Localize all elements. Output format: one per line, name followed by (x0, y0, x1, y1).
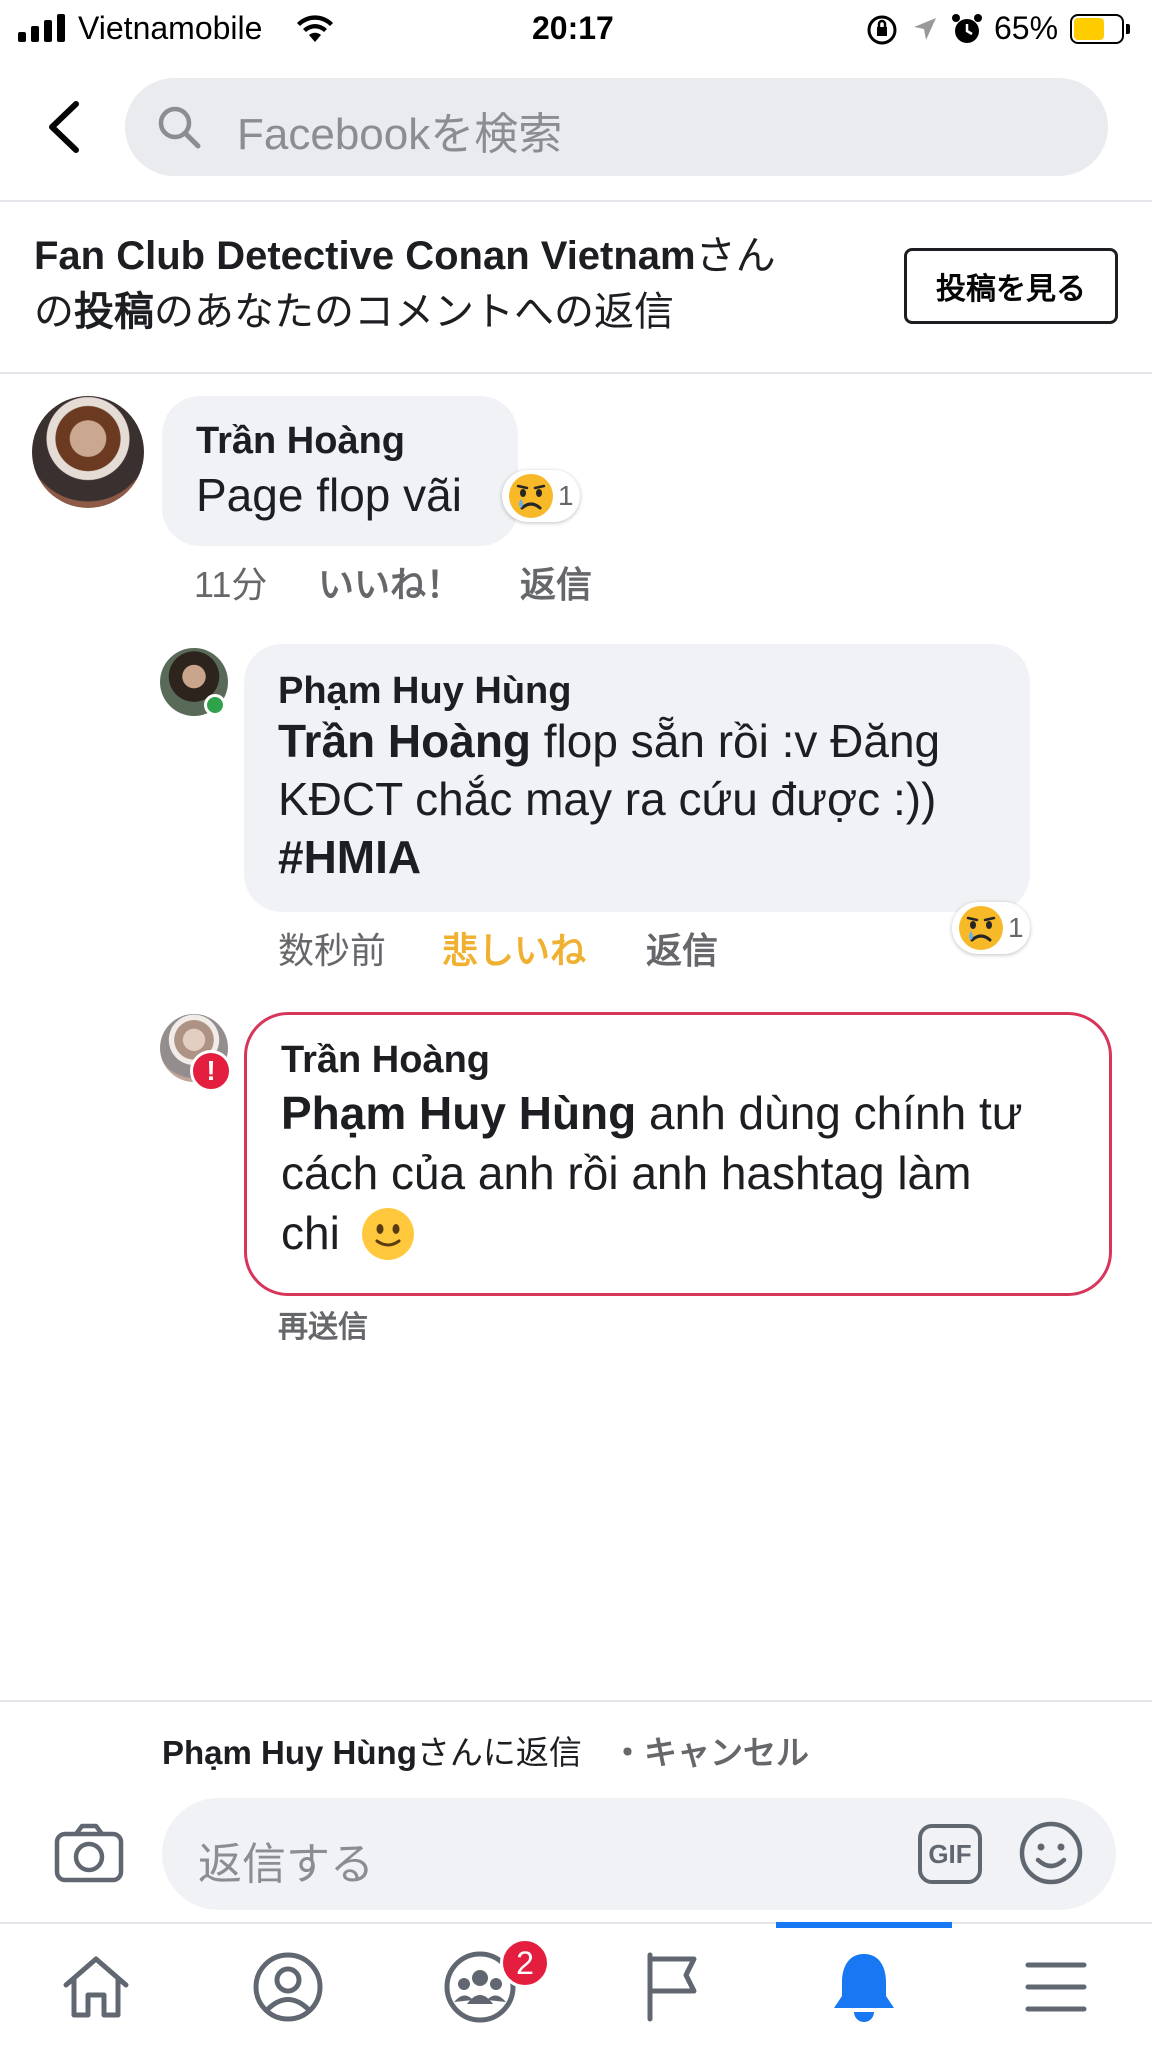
context-divider (0, 372, 1152, 374)
tab-pages[interactable] (576, 1924, 768, 2050)
slightly-smiling-face-icon (361, 1208, 414, 1260)
status-bar: Vietnamobile 20:17 65% (0, 0, 1152, 60)
reaction-count: 1 (558, 480, 574, 511)
san-suffix: さん (695, 234, 776, 278)
tab-notifications[interactable] (768, 1924, 960, 2050)
location-arrow-icon (914, 18, 936, 40)
carrier-name: Vietnamobile (78, 10, 263, 46)
alarm-icon (952, 14, 982, 43)
mention[interactable]: Trần Hoàng (278, 715, 531, 767)
page-name[interactable]: Fan Club Detective Conan Vietnam (34, 234, 696, 278)
tab-menu[interactable] (960, 1924, 1152, 2050)
mention[interactable]: Phạm Huy Hùng (281, 1087, 636, 1139)
search-placeholder: Facebookを検索 (237, 110, 563, 159)
battery-icon (1070, 14, 1130, 44)
reaction-summary[interactable]: 1 (952, 902, 1030, 954)
battery-percent: 65% (994, 10, 1059, 46)
back-arrow-icon[interactable] (44, 100, 84, 154)
comment-text-line: cách của anh rồi anh hashtag làm (281, 1147, 972, 1199)
comment-text-line: flop sẵn rồi :v Đăng (531, 715, 941, 767)
reply-button[interactable]: 返信 (646, 922, 718, 974)
reaction-summary[interactable]: 1 (502, 470, 580, 522)
view-post-button[interactable]: 投稿を見る (904, 248, 1118, 324)
comment-time: 数秒前 (278, 930, 387, 971)
camera-icon[interactable] (54, 1822, 124, 1884)
wifi-icon (297, 15, 333, 42)
replying-to-banner: Phạm Huy Hùngさんに返信 ・キャンセル (162, 1726, 809, 1774)
comment-author[interactable]: Trần Hoàng (196, 420, 405, 463)
composer-divider (0, 1700, 1152, 1702)
reply-placeholder: 返信する (198, 1840, 374, 1889)
comment-text: Trần Hoàng flop sẵn rồi :v Đăng KĐCT chắ… (278, 712, 1018, 886)
comment-text-line: chi (281, 1207, 340, 1259)
sad-reaction-icon (509, 474, 553, 518)
gif-button[interactable]: GIF (918, 1824, 982, 1884)
active-tab-indicator (776, 1922, 952, 1928)
menu-icon (1025, 1962, 1087, 2012)
error-icon: ! (190, 1050, 232, 1092)
comment-text-line: KĐCT chắc may ra cứu được :)) (278, 773, 937, 825)
bottom-tab-bar (0, 1922, 1152, 2050)
bell-icon (834, 1954, 894, 2022)
sad-reaction-button[interactable]: 悲しいね (442, 922, 586, 974)
hashtag[interactable]: #HMIA (278, 831, 421, 883)
post-word: 投稿 (74, 290, 154, 334)
replying-to-name: Phạm Huy Hùng (162, 1734, 417, 1771)
comment-text: Page flop vãi (196, 469, 462, 521)
comment-bubble[interactable]: Trần Hoàng Page flop vãi (162, 396, 518, 546)
avatar[interactable] (32, 396, 144, 508)
comment-author[interactable]: Trần Hoàng (281, 1039, 490, 1082)
signal-icon (18, 14, 66, 42)
online-indicator (204, 694, 226, 716)
notification-context: Fan Club Detective Conan Vietnamさん の投稿のあ… (34, 228, 874, 340)
cancel-reply-button[interactable]: ・キャンセル (611, 1734, 809, 1771)
comment-author[interactable]: Phạm Huy Hùng (278, 670, 571, 713)
comment-text: Phạm Huy Hùng anh dùng chính tư cách của… (281, 1083, 1101, 1263)
flag-icon (647, 1952, 697, 2022)
comment-text-line: anh dùng chính tư (636, 1087, 1023, 1139)
no-particle: の (34, 290, 74, 334)
orientation-lock-icon (867, 15, 897, 45)
reply-button[interactable]: 返信 (520, 556, 592, 608)
context-rest: のあなたのコメントへの返信 (154, 290, 674, 334)
search-icon (158, 106, 201, 149)
search-bar[interactable]: Facebookを検索 (125, 78, 1108, 176)
replying-suffix: さんに返信 (416, 1734, 582, 1771)
emoji-icon[interactable] (1018, 1820, 1084, 1886)
reply-input[interactable]: 返信する GIF (162, 1798, 1116, 1910)
clock: 20:17 (532, 10, 614, 46)
tab-home[interactable] (0, 1924, 192, 2050)
profile-icon (253, 1952, 323, 2022)
tab-profile[interactable] (192, 1924, 384, 2050)
reaction-count: 1 (1008, 912, 1024, 943)
tab-groups[interactable] (384, 1924, 576, 2050)
comment-bubble[interactable]: Phạm Huy Hùng Trần Hoàng flop sẵn rồi :v… (244, 644, 1030, 912)
gif-label: GIF (928, 1838, 972, 1869)
home-icon (63, 1956, 129, 2018)
like-button[interactable]: いいね！ (318, 556, 462, 608)
header-divider (0, 200, 1152, 202)
sad-reaction-icon (959, 906, 1003, 950)
failed-comment-bubble[interactable]: Trần Hoàng Phạm Huy Hùng anh dùng chính … (244, 1012, 1112, 1296)
comment-time: 11分 (194, 564, 268, 605)
resend-button[interactable]: 再送信 (278, 1302, 368, 1346)
notification-badge: 2 (500, 1938, 550, 1988)
